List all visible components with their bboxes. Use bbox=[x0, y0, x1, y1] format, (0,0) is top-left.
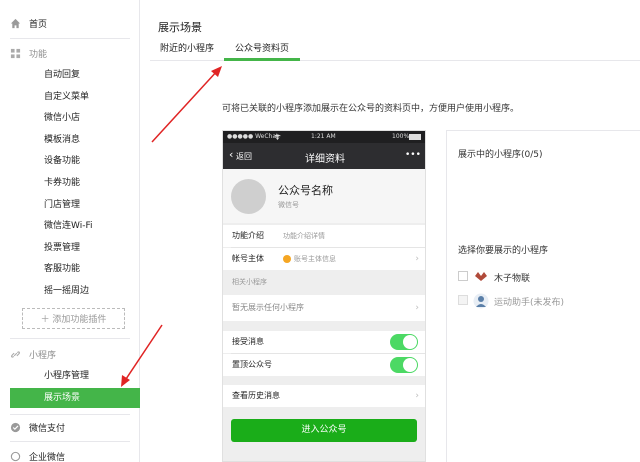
sidebar-item-vote[interactable]: 投票管理 bbox=[44, 240, 80, 256]
row-key: 查看历史消息 bbox=[232, 391, 280, 400]
nav-title: 详细资料 bbox=[305, 154, 345, 165]
sidebar-item-auto-reply[interactable]: 自动回复 bbox=[44, 67, 80, 83]
work-wechat-icon bbox=[10, 451, 21, 461]
sidebar-divider bbox=[10, 441, 130, 442]
account-name: 公众号名称 bbox=[278, 184, 333, 197]
sidebar-home-label: 首页 bbox=[29, 19, 48, 30]
accept-messages-toggle[interactable] bbox=[390, 334, 418, 350]
row-entity[interactable]: 帐号主体 账号主体信息 › bbox=[223, 248, 425, 270]
sidebar-item-service[interactable]: 客服功能 bbox=[44, 261, 80, 277]
sidebar-item-wifi[interactable]: 微信连Wi-Fi bbox=[44, 218, 92, 234]
sidebar-item-store[interactable]: 门店管理 bbox=[44, 197, 80, 213]
row-pin-account: 置顶公众号 bbox=[223, 354, 425, 376]
sidebar-section-miniprogram: 小程序 bbox=[10, 346, 56, 362]
row-history[interactable]: 查看历史消息 › bbox=[223, 385, 425, 407]
related-header: 相关小程序 bbox=[232, 278, 267, 286]
account-id: 微信号 bbox=[278, 201, 299, 209]
battery-icon bbox=[409, 134, 421, 140]
sidebar-item-display-scene[interactable]: 展示场景 bbox=[10, 388, 140, 408]
sidebar: 首页 功能 自动回复 自定义菜单 微信小店 模板消息 设备功能 卡券功能 门店管… bbox=[0, 0, 140, 462]
sidebar-section-label: 功能 bbox=[29, 49, 48, 60]
checkbox-sport bbox=[458, 295, 468, 305]
tab-nearby-miniprograms[interactable]: 附近的小程序 bbox=[150, 40, 224, 61]
home-icon bbox=[10, 18, 21, 28]
grid-icon bbox=[10, 48, 21, 58]
sidebar-divider bbox=[10, 38, 130, 39]
checkbox-muzi[interactable] bbox=[458, 271, 468, 281]
tab-active-indicator bbox=[224, 58, 300, 61]
displayed-count: 展示中的小程序(0/5) bbox=[458, 150, 543, 160]
chevron-right-icon: › bbox=[415, 391, 419, 401]
sidebar-wechat-pay[interactable]: 微信支付 bbox=[10, 419, 65, 435]
more-button[interactable]: ••• bbox=[405, 150, 421, 160]
arrow-to-tab bbox=[151, 69, 219, 143]
row-accept-messages: 接受消息 bbox=[223, 331, 425, 353]
phone-nav-bar: ‹ 返回 详细资料 ••• bbox=[223, 143, 425, 169]
sport-logo-icon bbox=[473, 293, 489, 309]
arrowhead-icon bbox=[211, 66, 222, 77]
sidebar-item-miniprogram-manage[interactable]: 小程序管理 bbox=[44, 368, 89, 384]
sidebar-divider bbox=[10, 338, 130, 339]
profile-card: 公众号名称 微信号 bbox=[223, 169, 425, 223]
sidebar-section-feature: 功能 bbox=[10, 45, 47, 61]
sidebar-item-card[interactable]: 卡券功能 bbox=[44, 175, 80, 191]
enter-account-button[interactable]: 进入公众号 bbox=[231, 419, 417, 442]
row-key: 接受消息 bbox=[232, 337, 264, 346]
link-icon bbox=[11, 350, 20, 358]
row-key: 功能介绍 bbox=[232, 231, 264, 240]
sidebar-pay-label: 微信支付 bbox=[29, 423, 66, 434]
row-value: 账号主体信息 bbox=[294, 255, 336, 263]
wechat-pay-icon bbox=[10, 422, 21, 432]
muzi-logo-icon bbox=[475, 272, 487, 281]
sidebar-work-wechat[interactable]: 企业微信 bbox=[10, 448, 65, 462]
sidebar-item-custom-menu[interactable]: 自定义菜单 bbox=[44, 89, 89, 105]
option-muzi[interactable]: 木子物联 bbox=[494, 271, 530, 284]
chevron-right-icon: › bbox=[415, 303, 419, 313]
sidebar-item-template-msg[interactable]: 模板消息 bbox=[44, 132, 80, 148]
choose-hint: 选择你要展示的小程序 bbox=[458, 246, 549, 256]
chevron-right-icon: › bbox=[415, 254, 419, 264]
sidebar-item-shop[interactable]: 微信小店 bbox=[44, 110, 80, 126]
row-key: 置顶公众号 bbox=[232, 360, 272, 369]
battery-text: 100% bbox=[392, 133, 410, 140]
sidebar-item-device[interactable]: 设备功能 bbox=[44, 153, 80, 169]
page-description: 可将已关联的小程序添加展示在公众号的资料页中，方便用户使用小程序。 bbox=[222, 104, 520, 114]
wifi-icon bbox=[274, 134, 281, 140]
verified-icon bbox=[283, 255, 291, 263]
sidebar-home[interactable]: 首页 bbox=[10, 15, 47, 31]
avatar bbox=[231, 179, 266, 214]
carrier-text: ●●●●● WeChat bbox=[227, 133, 279, 140]
phone-preview: ●●●●● WeChat 1:21 AM 100% ‹ 返回 详细资料 ••• … bbox=[222, 130, 426, 462]
tab-bar: 附近的小程序 公众号资料页 bbox=[150, 40, 640, 61]
row-intro[interactable]: 功能介绍 功能介绍详情 bbox=[223, 225, 425, 247]
time-text: 1:21 AM bbox=[311, 133, 336, 140]
sidebar-divider bbox=[10, 414, 130, 415]
row-key: 帐号主体 bbox=[232, 254, 264, 263]
row-related-miniprograms[interactable]: 暂无展示任何小程序 › bbox=[223, 295, 425, 321]
sidebar-item-shake[interactable]: 摇一摇周边 bbox=[44, 283, 89, 299]
row-value: 功能介绍详情 bbox=[283, 232, 325, 240]
page-title: 展示场景 bbox=[158, 21, 202, 34]
sidebar-section-label: 小程序 bbox=[29, 350, 57, 361]
phone-status-bar: ●●●●● WeChat 1:21 AM 100% bbox=[223, 131, 425, 143]
option-sport: 运动助手(未发布) bbox=[494, 298, 565, 308]
miniprogram-select-panel: 展示中的小程序(0/5) 选择你要展示的小程序 木子物联 运动助手(未发布) bbox=[446, 130, 640, 462]
pin-account-toggle[interactable] bbox=[390, 357, 418, 373]
related-empty-text: 暂无展示任何小程序 bbox=[232, 303, 304, 312]
add-plugin-button[interactable]: ＋ 添加功能插件 bbox=[22, 308, 125, 329]
sidebar-work-label: 企业微信 bbox=[29, 452, 66, 462]
